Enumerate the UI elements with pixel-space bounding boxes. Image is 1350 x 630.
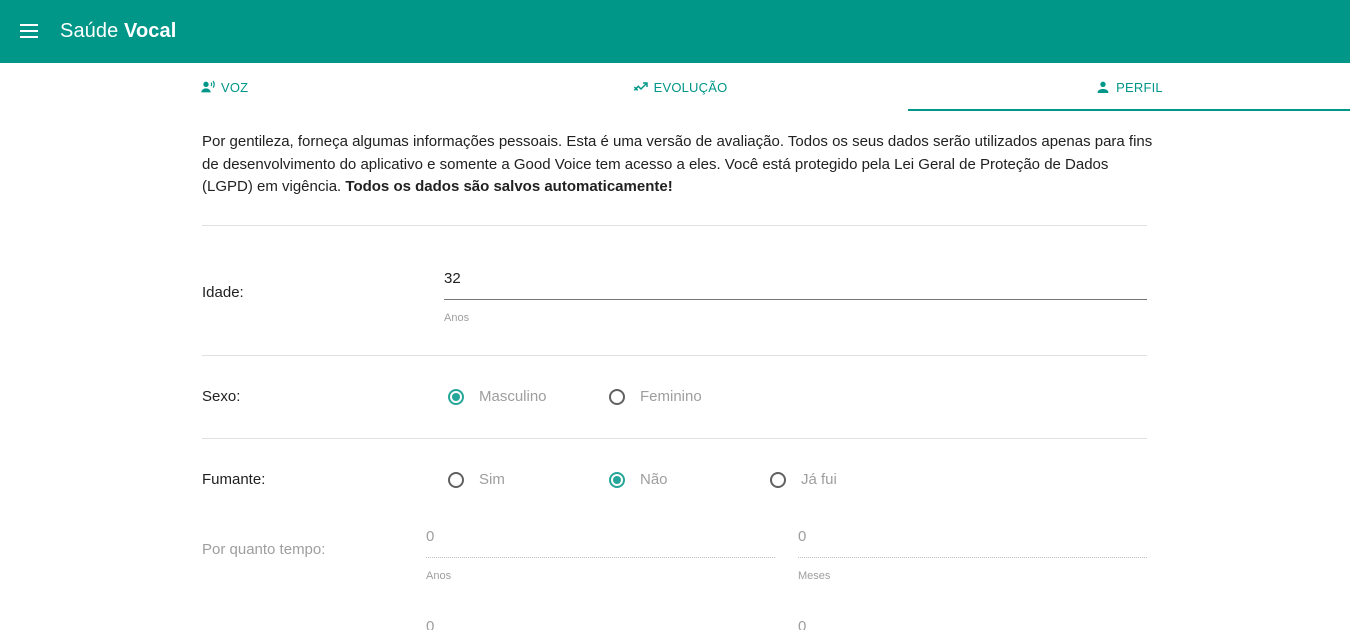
- tempo-anos-input[interactable]: 0: [426, 528, 434, 545]
- fumante-label: Fumante:: [202, 471, 266, 488]
- radio-circle: [770, 471, 786, 488]
- trending-icon: [633, 82, 648, 91]
- radio-label: Masculino: [479, 388, 547, 405]
- app-bar: Saúde Vocal: [0, 0, 1350, 63]
- person-icon: [1097, 81, 1109, 93]
- radio-circle: [448, 471, 464, 488]
- tab-voz[interactable]: VOZ: [200, 63, 320, 111]
- idade-hint: Anos: [444, 312, 470, 324]
- tempo-anos-hint: Anos: [426, 570, 452, 582]
- voice-icon: [201, 80, 215, 93]
- divider: [202, 225, 1147, 226]
- sexo-label: Sexo:: [202, 388, 241, 405]
- tempo-anos-underline: [426, 557, 775, 558]
- intro-text: Por gentileza, forneça algumas informaçõ…: [202, 133, 1153, 195]
- tempo-label: Por quanto tempo:: [202, 541, 326, 558]
- idade-label: Idade:: [202, 284, 244, 301]
- radio-ja-fui[interactable]: Já fui: [770, 471, 837, 488]
- radio-label: Feminino: [640, 388, 702, 405]
- tab-voz-label: VOZ: [221, 79, 249, 95]
- radio-label: Sim: [479, 471, 505, 488]
- tempo-anos-field[interactable]: 0 Anos: [426, 528, 775, 588]
- radio-masculino[interactable]: Masculino: [448, 388, 547, 405]
- radio-circle: [609, 388, 625, 405]
- tempo-meses-field[interactable]: 0 Meses: [798, 528, 1147, 588]
- tempo-meses-hint: Meses: [798, 570, 831, 582]
- divider: [202, 438, 1147, 439]
- radio-label: Já fui: [801, 471, 837, 488]
- tab-perfil-label: PERFIL: [1116, 79, 1163, 95]
- tab-bar: VOZ EVOLUÇÃO PERFIL: [0, 63, 1350, 111]
- divider: [202, 355, 1147, 356]
- idade-input[interactable]: 32: [444, 270, 461, 287]
- next-row-left-input[interactable]: 0: [426, 618, 434, 630]
- radio-label: Não: [640, 471, 668, 488]
- tab-evolucao[interactable]: EVOLUÇÃO: [580, 63, 780, 111]
- tab-evolucao-label: EVOLUÇÃO: [653, 79, 728, 95]
- tab-perfil[interactable]: PERFIL: [908, 63, 1350, 111]
- radio-circle: [609, 471, 625, 488]
- idade-underline: [444, 299, 1147, 300]
- tempo-meses-underline: [798, 557, 1147, 558]
- active-tab-indicator: [908, 109, 1350, 111]
- app-title: Saúde Vocal: [60, 20, 177, 42]
- next-row-right-input[interactable]: 0: [798, 618, 806, 630]
- radio-nao[interactable]: Não: [609, 471, 668, 488]
- radio-circle: [448, 388, 464, 405]
- idade-field[interactable]: 32 Anos: [444, 270, 1147, 330]
- next-row-right-field[interactable]: 0: [798, 618, 1147, 630]
- radio-sim[interactable]: Sim: [448, 471, 505, 488]
- radio-feminino[interactable]: Feminino: [609, 388, 702, 405]
- menu-icon[interactable]: [16, 17, 44, 45]
- next-row-left-field[interactable]: 0: [426, 618, 775, 630]
- tempo-meses-input[interactable]: 0: [798, 528, 806, 545]
